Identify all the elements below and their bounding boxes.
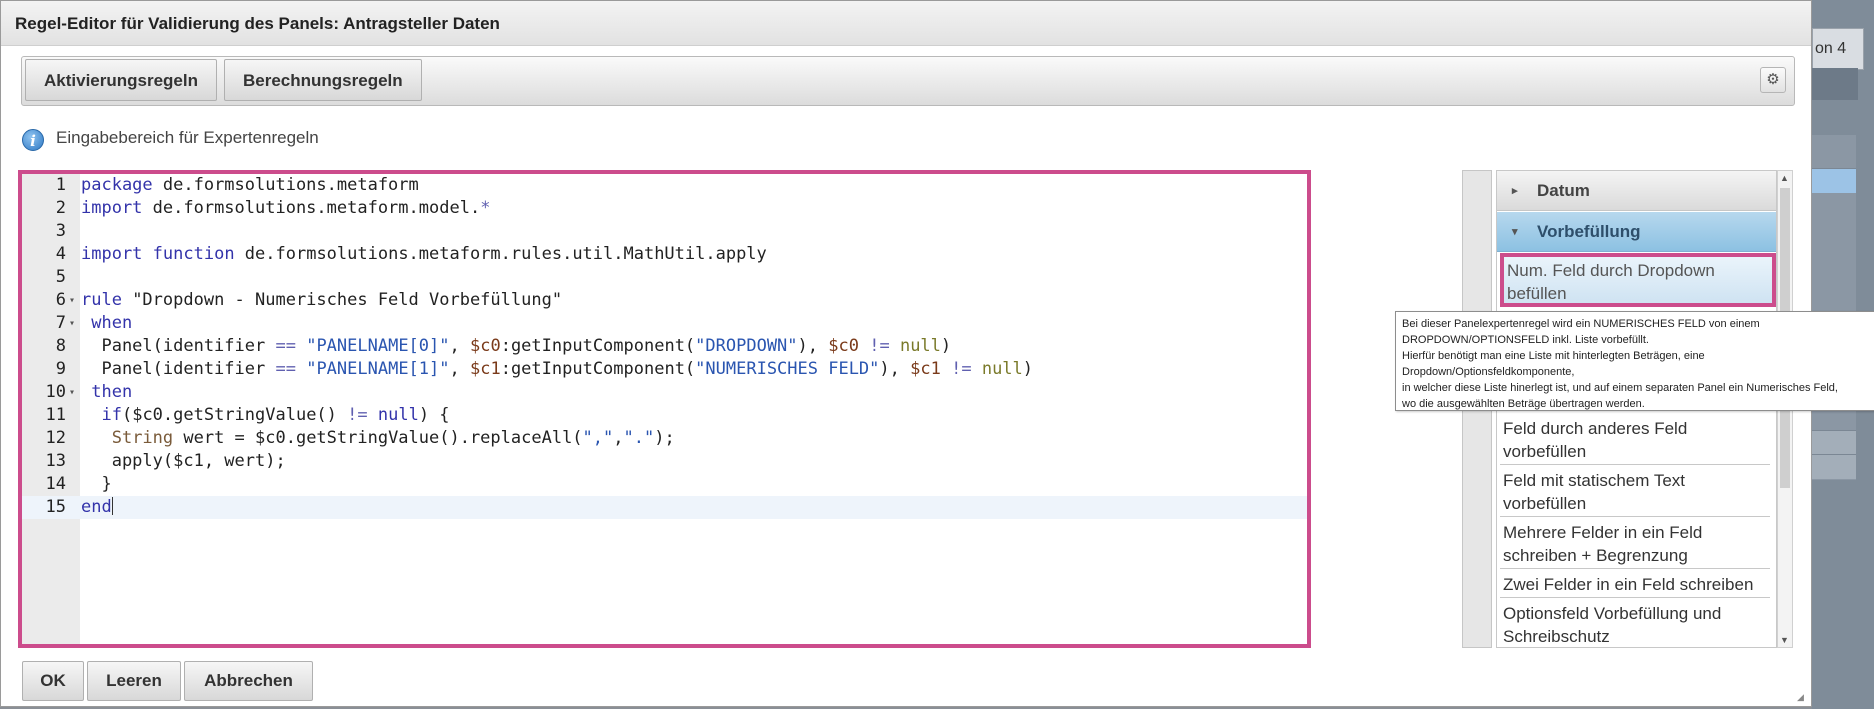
code-line: 2 import de.formsolutions.metaform.model.… [22,197,1307,220]
info-label: Eingabebereich für Expertenregeln [56,128,319,147]
chevron-right-icon: ▸ [1512,185,1518,197]
line-number: 3 [55,221,66,241]
code-line: 12 String wert = $c0.getStringValue().re… [22,427,1307,450]
rule-description-tooltip: Bei dieser Panelexpertenregel wird ein N… [1395,311,1874,411]
rule-item[interactable]: Feld mit statischem Text vorbefüllen [1500,467,1770,517]
background-row [1812,430,1856,455]
ok-button[interactable]: OK [22,661,84,701]
background-tab: on 4 [1812,28,1864,70]
info-icon: i [22,129,44,151]
rule-type-toolbar: Aktivierungsregeln Berechnungsregeln ⚙ [21,56,1795,106]
accordion-vorbefuellung[interactable]: ▾ Vorbefüllung [1497,212,1776,252]
accordion-datum[interactable]: ▸ Datum [1497,171,1776,211]
code-line: 7 ▾ when [22,312,1307,335]
code-editor[interactable]: 1 package de.formsolutions.metaform 2 impo… [18,170,1311,648]
cancel-button[interactable]: Abbrechen [184,661,313,701]
code-line: 1 package de.formsolutions.metaform [22,174,1307,197]
line-number: 14 [45,474,66,494]
line-number: 12 [45,428,66,448]
code-line: 11 if($c0.getStringValue() != null) { [22,404,1307,427]
fold-icon[interactable]: ▾ [69,381,75,404]
tooltip-line: Dropdown/Optionsfeldkomponente, [1402,366,1575,378]
line-number: 6 [55,290,66,310]
activation-rules-button[interactable]: Aktivierungsregeln [25,59,217,101]
dialog-titlebar[interactable]: Regel-Editor für Validierung des Panels:… [1,1,1811,46]
code-line: 10 ▾ then [22,381,1307,404]
resize-grip-icon[interactable]: ◢ [1797,692,1807,702]
tooltip-line: DROPDOWN/OPTIONSFELD inkl. Liste vorbefü… [1402,334,1649,346]
settings-button[interactable]: ⚙ [1760,67,1786,93]
clear-button[interactable]: Leeren [87,661,181,701]
scroll-down-icon[interactable]: ▼ [1780,635,1789,645]
line-number: 8 [55,336,66,356]
background-row [1812,168,1856,193]
background-row [1812,454,1856,479]
fold-icon[interactable]: ▾ [69,312,75,335]
code-line: 5 [22,266,1307,289]
line-number: 1 [55,175,66,195]
line-number: 11 [45,405,66,425]
line-number: 4 [55,244,66,264]
tooltip-line: in welcher diese Liste hinerlegt ist, un… [1402,382,1838,394]
chevron-down-icon: ▾ [1512,226,1518,238]
line-number: 5 [55,267,66,287]
line-number: 10 [45,382,66,402]
code-line-active: 15 end [22,496,1307,519]
line-number: 15 [45,497,66,517]
scroll-up-icon[interactable]: ▲ [1780,173,1789,183]
calculation-rules-button[interactable]: Berechnungsregeln [224,59,422,101]
tooltip-line: Hierfür benötigt man eine Liste mit hint… [1402,350,1705,362]
code-line: 9 Panel(identifier == "PANELNAME[1]", $c… [22,358,1307,381]
rule-item[interactable]: Feld durch anderes Feld vorbefüllen [1500,415,1770,465]
dialog-title: Regel-Editor für Validierung des Panels:… [15,14,500,33]
tooltip-line: Bei dieser Panelexpertenregel wird ein N… [1402,318,1760,330]
code-line: 3 [22,220,1307,243]
text-cursor [111,497,113,515]
line-number: 13 [45,451,66,471]
line-number: 9 [55,359,66,379]
tooltip-line: wo die ausgewählten Beträge übertragen w… [1402,398,1645,410]
code-line: 14 } [22,473,1307,496]
line-number: 7 [55,313,66,333]
gear-icon: ⚙ [1766,71,1780,88]
accordion-label: Datum [1537,181,1590,200]
line-number: 2 [55,198,66,218]
rule-item-selected[interactable]: Num. Feld durch Dropdown befüllen [1500,253,1776,307]
code-line: 13 apply($c1, wert); [22,450,1307,473]
rule-item[interactable]: Zwei Felder in ein Feld schreiben [1500,571,1770,598]
background-strip [1812,68,1858,100]
code-line: 6 ▾ rule "Dropdown - Numerisches Feld Vorb… [22,289,1307,312]
fold-icon[interactable]: ▾ [69,289,75,312]
accordion-label: Vorbefüllung [1537,222,1641,241]
rule-item[interactable]: Optionsfeld Vorbefüllung und Schreibschu… [1500,600,1770,647]
rule-item[interactable]: Mehrere Felder in ein Feld schreiben + B… [1500,519,1770,569]
code-line: 8 Panel(identifier == "PANELNAME[0]", $c… [22,335,1307,358]
code-line: 4 import function de.formsolutions.metafo… [22,243,1307,266]
